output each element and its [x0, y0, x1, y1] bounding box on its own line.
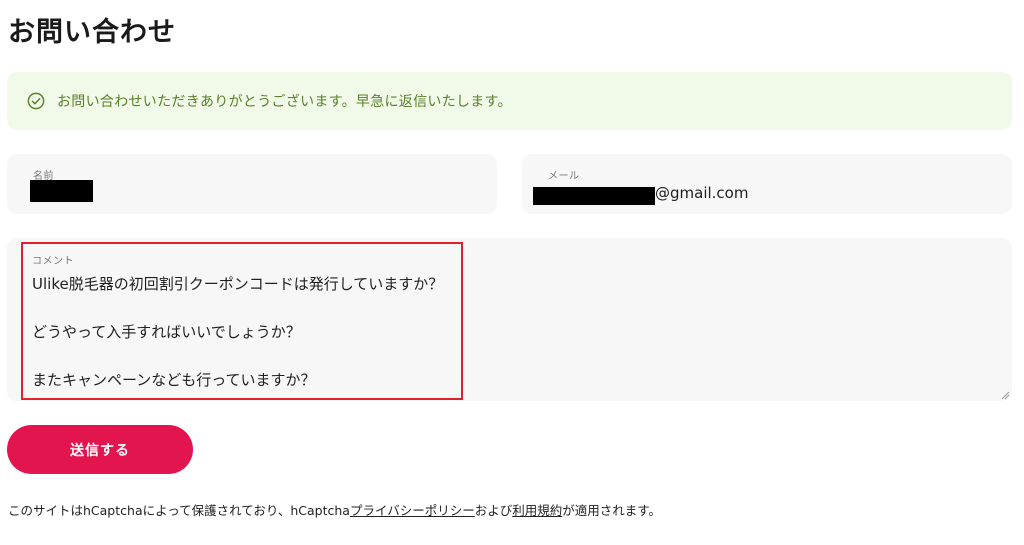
resize-handle-icon[interactable]: [1000, 390, 1010, 400]
success-alert: お問い合わせいただきありがとうございます。早急に返信いたします。: [7, 72, 1012, 130]
email-label: メール: [548, 171, 580, 182]
footer-text: このサイトはhCaptchaによって保護されており、hCaptcha: [8, 503, 350, 518]
email-value: @gmail.com: [655, 184, 749, 202]
name-field[interactable]: 名前: [7, 154, 497, 214]
privacy-policy-link[interactable]: プライバシーポリシー: [350, 503, 475, 518]
page-title: お問い合わせ: [8, 17, 176, 48]
terms-link[interactable]: 利用規約: [512, 503, 562, 518]
hcaptcha-notice: このサイトはhCaptchaによって保護されており、hCaptchaプライバシー…: [8, 500, 661, 519]
success-message: お問い合わせいただきありがとうございます。早急に返信いたします。: [57, 94, 512, 110]
name-value-redacted: [30, 180, 93, 202]
annotation-highlight-box: [21, 242, 463, 400]
submit-button[interactable]: 送信する: [7, 425, 193, 474]
email-value-redacted: [533, 187, 655, 205]
footer-text: が適用されます。: [562, 503, 662, 518]
footer-text: および: [474, 503, 513, 518]
check-circle-icon: [27, 92, 45, 110]
email-field[interactable]: メール @gmail.com: [522, 154, 1012, 214]
